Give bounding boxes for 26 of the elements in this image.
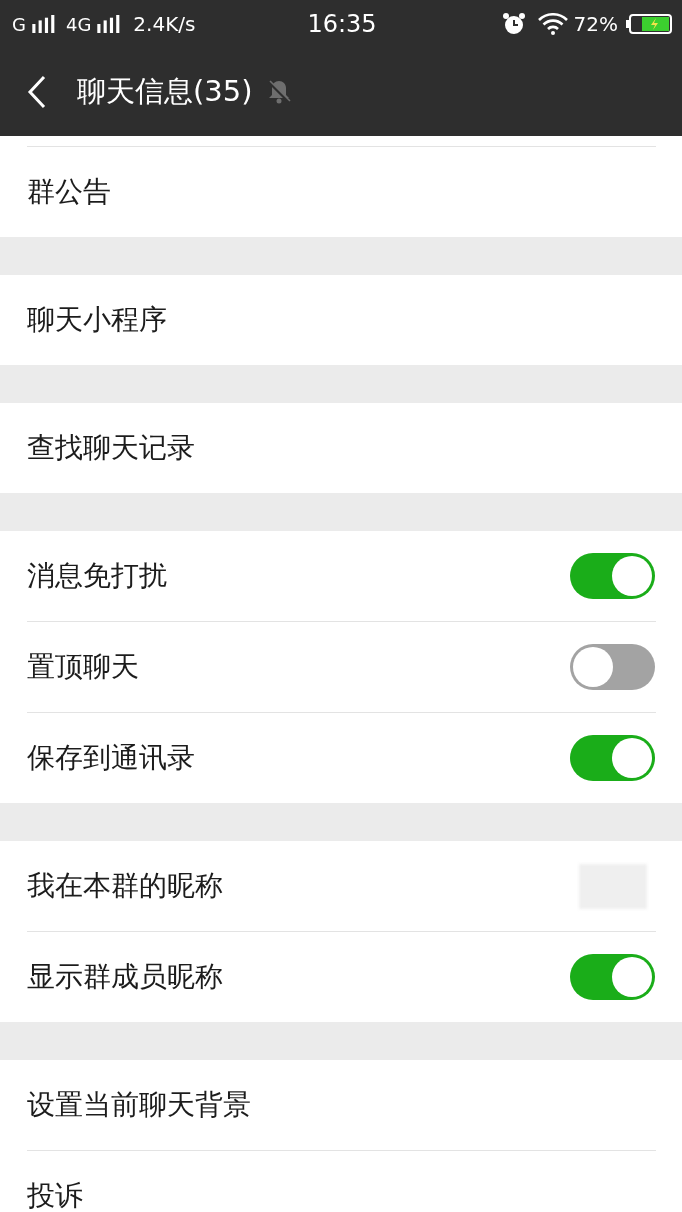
setting-label: 显示群成员昵称 xyxy=(27,959,223,995)
toggle-switch[interactable] xyxy=(570,644,655,690)
signal-icon xyxy=(31,15,56,33)
battery-icon xyxy=(626,14,672,34)
setting-label: 消息免打扰 xyxy=(27,558,167,594)
setting-label: 群公告 xyxy=(27,174,111,210)
wifi-icon xyxy=(537,13,568,35)
signal-icon xyxy=(97,15,122,33)
setting-label: 设置当前聊天背景 xyxy=(27,1087,251,1123)
clock-time: 16:35 xyxy=(307,10,377,38)
toggle-switch[interactable] xyxy=(570,735,655,781)
setting-label: 聊天小程序 xyxy=(27,302,167,338)
back-icon[interactable] xyxy=(27,75,47,109)
setting-label: 投诉 xyxy=(27,1178,83,1212)
page-title: 聊天信息(35) xyxy=(77,73,253,110)
setting-label: 置顶聊天 xyxy=(27,649,139,685)
setting-label: 保存到通讯录 xyxy=(27,740,195,776)
setting-label: 查找聊天记录 xyxy=(27,430,195,466)
network-label: G xyxy=(12,13,26,35)
toggle-switch[interactable] xyxy=(570,553,655,599)
setting-label: 我在本群的昵称 xyxy=(27,868,223,904)
toggle-switch[interactable] xyxy=(570,954,655,1000)
alarm-clock-icon xyxy=(501,12,526,36)
network-speed: 2.4K/s xyxy=(133,12,196,36)
network-label: 4G xyxy=(65,13,92,35)
battery-percent: 72% xyxy=(573,12,618,36)
